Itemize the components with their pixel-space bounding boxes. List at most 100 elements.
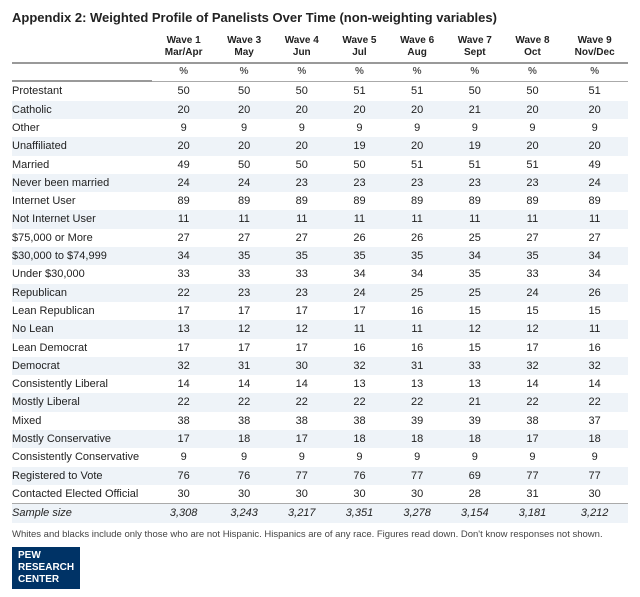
- cell-value: 30: [152, 485, 215, 504]
- cell-value: 12: [215, 320, 273, 338]
- cell-value: 9: [215, 448, 273, 466]
- cell-value: 38: [215, 412, 273, 430]
- table-row: Lean Democrat1717171616151716: [12, 339, 628, 357]
- cell-value: 33: [273, 265, 331, 283]
- cell-value: 39: [388, 412, 446, 430]
- row-label: $30,000 to $74,999: [12, 247, 152, 265]
- col-subheader-0: %: [152, 63, 215, 82]
- cell-value: 19: [446, 137, 504, 155]
- cell-value: 23: [388, 174, 446, 192]
- cell-value: 27: [504, 229, 562, 247]
- cell-value: 21: [446, 393, 504, 411]
- cell-value: 12: [504, 320, 562, 338]
- cell-value: 17: [331, 302, 389, 320]
- cell-value: 16: [331, 339, 389, 357]
- cell-value: 9: [331, 119, 389, 137]
- cell-value: 50: [504, 81, 562, 100]
- cell-value: 20: [273, 101, 331, 119]
- cell-value: 22: [331, 393, 389, 411]
- cell-value: 16: [388, 339, 446, 357]
- cell-value: 22: [215, 393, 273, 411]
- table-row: Republican2223232425252426: [12, 284, 628, 302]
- cell-value: 11: [446, 210, 504, 228]
- cell-value: 15: [561, 302, 628, 320]
- col-header-2: Wave 4Jun: [273, 33, 331, 63]
- table-row: Not Internet User1111111111111111: [12, 210, 628, 228]
- cell-value: 27: [561, 229, 628, 247]
- table-row: Catholic2020202020212020: [12, 101, 628, 119]
- cell-value: 9: [331, 448, 389, 466]
- cell-value: 9: [504, 448, 562, 466]
- cell-value: 17: [152, 430, 215, 448]
- cell-value: 23: [331, 174, 389, 192]
- cell-value: 20: [331, 101, 389, 119]
- cell-value: 77: [273, 467, 331, 485]
- cell-value: 35: [331, 247, 389, 265]
- cell-value: 24: [504, 284, 562, 302]
- cell-value: 14: [215, 375, 273, 393]
- cell-value: 23: [504, 174, 562, 192]
- cell-value: 9: [152, 448, 215, 466]
- cell-value: 50: [446, 81, 504, 100]
- cell-value: 17: [504, 430, 562, 448]
- row-label: Not Internet User: [12, 210, 152, 228]
- cell-value: 20: [273, 137, 331, 155]
- cell-value: 17: [152, 339, 215, 357]
- cell-value: 14: [561, 375, 628, 393]
- cell-value: 22: [388, 393, 446, 411]
- cell-value: 76: [331, 467, 389, 485]
- cell-value: 22: [152, 284, 215, 302]
- cell-value: 89: [446, 192, 504, 210]
- cell-value: 3,212: [561, 504, 628, 523]
- row-label: Internet User: [12, 192, 152, 210]
- cell-value: 69: [446, 467, 504, 485]
- cell-value: 50: [331, 156, 389, 174]
- cell-value: 50: [273, 81, 331, 100]
- col-header-7: Wave 9Nov/Dec: [561, 33, 628, 63]
- cell-value: 18: [446, 430, 504, 448]
- table-row: Never been married2424232323232324: [12, 174, 628, 192]
- table-row: Protestant5050505151505051: [12, 81, 628, 100]
- row-label: Never been married: [12, 174, 152, 192]
- row-label: $75,000 or More: [12, 229, 152, 247]
- table-row: Under $30,0003333333434353334: [12, 265, 628, 283]
- cell-value: 20: [215, 137, 273, 155]
- cell-value: 24: [152, 174, 215, 192]
- cell-value: 28: [446, 485, 504, 504]
- cell-value: 22: [561, 393, 628, 411]
- footer-note: Whites and blacks include only those who…: [12, 528, 628, 541]
- cell-value: 89: [388, 192, 446, 210]
- col-subheader-7: %: [561, 63, 628, 82]
- cell-value: 22: [152, 393, 215, 411]
- row-label: Consistently Conservative: [12, 448, 152, 466]
- row-label: Married: [12, 156, 152, 174]
- cell-value: 17: [215, 339, 273, 357]
- cell-value: 49: [561, 156, 628, 174]
- cell-value: 23: [273, 284, 331, 302]
- row-label: Mixed: [12, 412, 152, 430]
- cell-value: 34: [446, 247, 504, 265]
- cell-value: 33: [504, 265, 562, 283]
- table-row: Contacted Elected Official30303030302831…: [12, 485, 628, 504]
- cell-value: 38: [152, 412, 215, 430]
- row-label: Other: [12, 119, 152, 137]
- cell-value: 9: [388, 119, 446, 137]
- cell-value: 77: [504, 467, 562, 485]
- cell-value: 89: [273, 192, 331, 210]
- cell-value: 9: [561, 119, 628, 137]
- pew-box: PEWRESEARCHCENTER: [12, 547, 80, 589]
- cell-value: 35: [273, 247, 331, 265]
- cell-value: 30: [388, 485, 446, 504]
- row-label: Catholic: [12, 101, 152, 119]
- cell-value: 35: [215, 247, 273, 265]
- col-subheader-3: %: [331, 63, 389, 82]
- cell-value: 9: [561, 448, 628, 466]
- cell-value: 20: [388, 101, 446, 119]
- row-label: Lean Democrat: [12, 339, 152, 357]
- cell-value: 77: [561, 467, 628, 485]
- cell-value: 33: [446, 357, 504, 375]
- row-label: Protestant: [12, 81, 152, 100]
- cell-value: 18: [331, 430, 389, 448]
- cell-value: 11: [504, 210, 562, 228]
- cell-value: 89: [331, 192, 389, 210]
